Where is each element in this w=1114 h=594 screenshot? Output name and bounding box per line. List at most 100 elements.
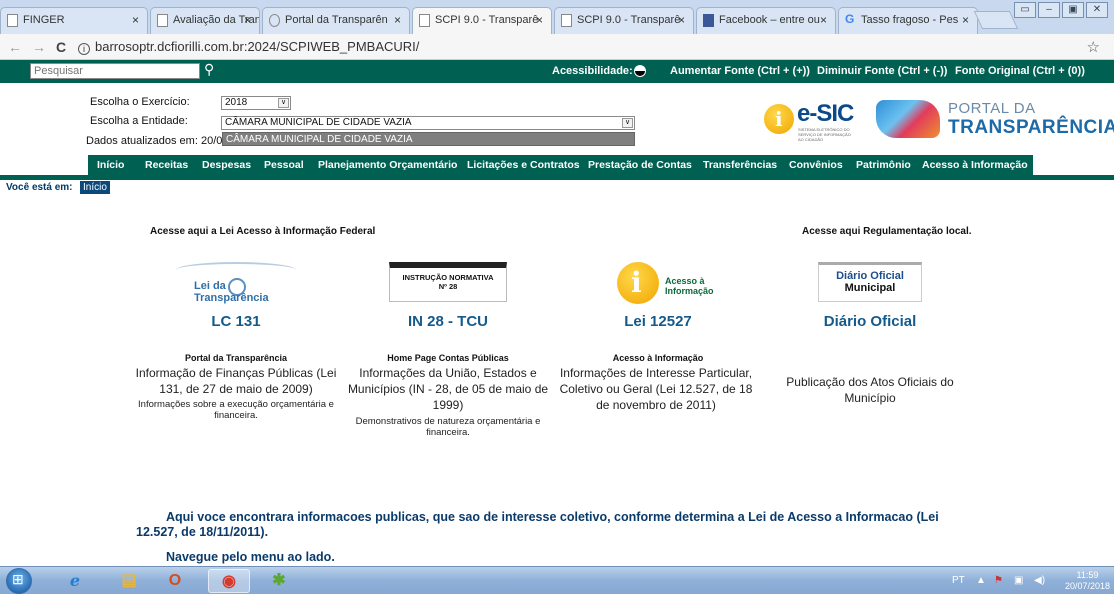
office-icon[interactable]: O (154, 569, 196, 593)
info-paragraph-text: Aqui voce encontrara informacoes publica… (136, 510, 939, 539)
info-paragraph: Aqui voce encontrara informacoes publica… (136, 510, 976, 540)
acesso-logo-line2: Informação (665, 286, 714, 296)
breadcrumb-current[interactable]: Início (80, 181, 110, 194)
esic-logo[interactable]: e-SIC SISTEMA ELETRÔNICO DO SERVIÇO DE I… (764, 100, 854, 142)
volume-icon[interactable]: ◀) (1034, 575, 1045, 586)
internet-explorer-icon[interactable]: e (54, 569, 96, 593)
menu-item-receitas[interactable]: Receitas (145, 159, 188, 171)
minimize-button[interactable]: – (1038, 2, 1060, 18)
app-icon[interactable]: ✱ (258, 569, 300, 593)
card-lc131-title[interactable]: LC 131 (136, 313, 336, 330)
header-divider (0, 175, 1114, 180)
browser-tab-active[interactable]: SCPI 9.0 - Transparê × (412, 7, 552, 35)
card-lei12527-logo[interactable]: Acesso à Informação (558, 262, 758, 310)
card-lc131-logo[interactable]: Lei da Transparência (136, 262, 336, 310)
tab-close-icon[interactable]: × (536, 13, 543, 27)
browser-tab[interactable]: Facebook – entre ou × (696, 7, 836, 34)
original-font-link[interactable]: Fonte Original (Ctrl + (0)) (955, 65, 1085, 77)
lei-logo-line1: Lei da (194, 280, 226, 292)
tab-close-icon[interactable]: × (678, 13, 685, 27)
reload-icon[interactable]: C (56, 39, 66, 55)
portal-logo-line2: TRANSPARÊNCIA (948, 117, 1114, 138)
close-window-button[interactable]: ✕ (1086, 2, 1108, 18)
browser-tab[interactable]: Avaliação da Transp × (150, 7, 260, 34)
tray-expand-icon[interactable]: ▲ (976, 575, 986, 586)
tab-title: SCPI 9.0 - Transparê (577, 14, 681, 26)
exercise-select[interactable]: 2018 ∨ (221, 96, 291, 110)
tab-close-icon[interactable]: × (962, 13, 969, 27)
menu-item-acesso-informacao[interactable]: Acesso à Informação (922, 159, 1028, 171)
language-indicator[interactable]: PT (952, 575, 965, 586)
tab-close-icon[interactable]: × (244, 13, 251, 27)
card-lei12527-title[interactable]: Lei 12527 (558, 313, 758, 330)
exercise-value: 2018 (225, 97, 248, 108)
increase-font-link[interactable]: Aumentar Fonte (Ctrl + (+)) (670, 65, 810, 77)
bookmark-star-icon[interactable]: ☆ (1087, 38, 1100, 56)
card-in28-logo[interactable]: INSTRUÇÃO NORMATIVA Nº 28 (348, 262, 548, 302)
menu-item-pessoal[interactable]: Pessoal (264, 159, 304, 171)
forward-icon[interactable]: → (32, 39, 46, 55)
card-in28-note: Demonstrativos de natureza orçamentária … (355, 416, 541, 438)
user-icon[interactable]: ▭ (1014, 2, 1036, 18)
back-icon[interactable]: ← (8, 39, 22, 55)
navigate-text: Navegue pelo menu ao lado. (166, 550, 335, 564)
action-center-icon[interactable]: ⚑ (994, 575, 1003, 586)
browser-tab[interactable]: G Tasso fragoso - Pes × (838, 7, 978, 34)
card-diario-title[interactable]: Diário Oficial (770, 313, 970, 330)
page-icon (561, 14, 572, 27)
menu-item-despesas[interactable]: Despesas (202, 159, 251, 171)
card-lc131-note: Informações sobre a execução orçamentári… (138, 399, 334, 421)
browser-tab[interactable]: Portal da Transparên × (262, 7, 410, 34)
new-tab-button[interactable] (973, 11, 1019, 29)
lei-transparencia-logo: Lei da Transparência (176, 262, 296, 310)
search-input[interactable] (30, 63, 200, 79)
breadcrumb-label: Você está em: (6, 182, 73, 193)
in28-logo-line2: Nº 28 (438, 282, 458, 291)
tab-close-icon[interactable]: × (132, 13, 139, 27)
browser-tab[interactable]: SCPI 9.0 - Transparê × (554, 7, 694, 34)
network-icon[interactable]: ▣ (1014, 575, 1023, 586)
facebook-icon (703, 14, 714, 27)
tab-close-icon[interactable]: × (394, 13, 401, 27)
menu-item-transferencias[interactable]: Transferências (703, 159, 777, 171)
google-icon: G (845, 12, 855, 26)
system-clock[interactable]: 11:59 20/07/2018 (1065, 570, 1110, 592)
entity-label: Escolha a Entidade: (90, 115, 188, 127)
diario-logo-line2: Municipal (844, 282, 896, 294)
card-lc131-caption: Portal da Transparência (184, 353, 288, 363)
portal-transparencia-logo[interactable]: PORTAL DA TRANSPARÊNCIA (876, 98, 1114, 142)
info-icon[interactable]: i (78, 43, 90, 55)
menu-item-patrimonio[interactable]: Patrimônio (856, 159, 911, 171)
people-flag-icon (876, 100, 940, 138)
tab-title: Portal da Transparên (285, 14, 388, 26)
menu-item-convenios[interactable]: Convênios (789, 159, 843, 171)
card-diario-logo[interactable]: Diário Oficial Municipal (770, 262, 970, 302)
chevron-down-icon: ∨ (278, 98, 289, 108)
contrast-icon[interactable] (634, 65, 646, 77)
tab-title: FINGER (23, 14, 65, 26)
decrease-font-link[interactable]: Diminuir Fonte (Ctrl + (-)) (817, 65, 947, 77)
tab-close-icon[interactable]: × (820, 13, 827, 27)
card-in28-title[interactable]: IN 28 - TCU (348, 313, 548, 330)
browser-tab[interactable]: FINGER × (0, 7, 148, 34)
in28-logo-text: INSTRUÇÃO NORMATIVA Nº 28 (390, 273, 506, 291)
maximize-button[interactable]: ▣ (1062, 2, 1084, 18)
menu-item-licitacoes[interactable]: Licitações e Contratos (467, 159, 580, 171)
start-button[interactable] (6, 568, 32, 594)
chrome-icon[interactable]: ◉ (208, 569, 250, 593)
page-icon (419, 14, 430, 27)
info-icon (764, 104, 794, 134)
search-icon[interactable]: ⚲ (204, 61, 218, 79)
clock-time: 11:59 (1076, 570, 1099, 580)
lei-logo-line2: Transparência (194, 292, 269, 304)
file-explorer-icon[interactable]: ▤ (108, 569, 150, 593)
menu-item-planejamento[interactable]: Planejamento Orçamentário (318, 159, 457, 171)
address-bar: ← → C i barrosoptr.dcfiorilli.com.br:2024… (0, 34, 1114, 60)
entity-select[interactable]: CÂMARA MUNICIPAL DE CIDADE VAZIA ∨ (221, 116, 635, 130)
diario-oficial-logo: Diário Oficial Municipal (818, 262, 922, 302)
menu-item-prestacao-contas[interactable]: Prestação de Contas (588, 159, 692, 171)
entity-dropdown-option[interactable]: CÂMARA MUNICIPAL DE CIDADE VAZIA (222, 132, 635, 146)
menu-item-inicio[interactable]: Início (97, 159, 124, 171)
chevron-down-icon: ∨ (622, 118, 633, 128)
url-input[interactable]: i barrosoptr.dcfiorilli.com.br:2024/SCPIW… (78, 37, 1078, 57)
